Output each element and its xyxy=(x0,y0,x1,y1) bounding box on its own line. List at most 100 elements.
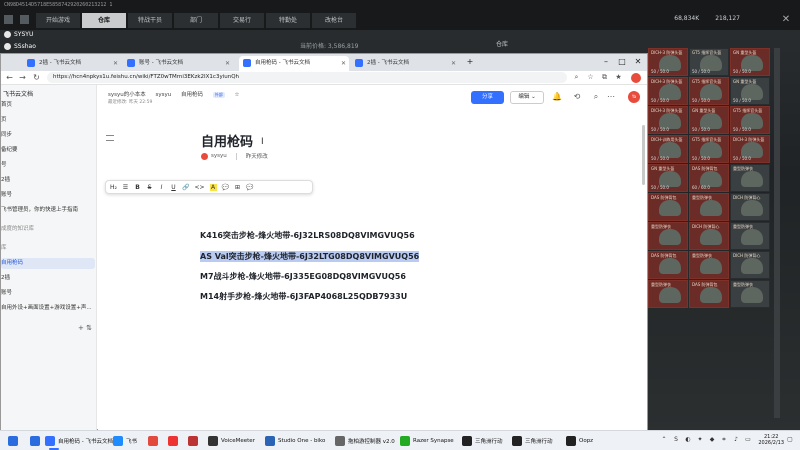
outline-icon[interactable] xyxy=(106,135,114,141)
minimize-icon[interactable]: – xyxy=(599,55,613,69)
new-tab-button[interactable]: + xyxy=(463,55,477,69)
edit-button[interactable]: 编辑 ⌄ xyxy=(510,91,544,104)
taskbar-app[interactable] xyxy=(168,434,181,448)
chevron-up-icon[interactable]: ⌃ xyxy=(660,436,668,444)
message-icon[interactable]: 💬 xyxy=(246,184,253,191)
inventory-item[interactable]: DICH-3 防弹头盔 50 / 50.0 xyxy=(648,48,688,76)
game-nav-item[interactable]: 改枪台 xyxy=(312,13,357,28)
search-icon[interactable]: ⌕ xyxy=(590,91,602,103)
sidebar-item[interactable]: 页 xyxy=(1,115,95,126)
bell-icon[interactable]: 🔔 xyxy=(551,91,563,103)
inventory-item[interactable]: DICH-3 防弹头盔 50 / 50.0 xyxy=(648,106,688,134)
inventory-item[interactable]: GN 重型头盔 50 / 50.0 xyxy=(689,106,729,134)
game-nav-item[interactable]: 仓库 xyxy=(82,13,127,28)
crumb-item[interactable]: sysyu xyxy=(155,92,171,98)
inventory-item[interactable]: DICH-训练用头盔 50 / 50.0 xyxy=(648,135,688,163)
inventory-item[interactable]: GN 重型头盔 50 / 50.0 xyxy=(730,48,770,76)
avatar[interactable] xyxy=(631,73,641,83)
more-icon[interactable]: ⋯ xyxy=(605,91,617,103)
sidebar-item[interactable]: 账号 xyxy=(1,288,95,299)
game-nav-item[interactable]: 部门 xyxy=(174,13,219,28)
close-icon[interactable]: ✕ xyxy=(225,56,230,71)
forward-icon[interactable]: → xyxy=(17,72,28,83)
highlight-button[interactable]: A xyxy=(209,183,217,191)
inventory-item[interactable]: DICH 防弹背心 xyxy=(689,222,729,250)
inventory-item[interactable]: 重型防弹衣 xyxy=(730,280,770,308)
inventory-item[interactable]: GT5 指挥官头盔 50 / 50.0 xyxy=(730,106,770,134)
italic-button[interactable]: I xyxy=(158,184,165,191)
inventory-item[interactable]: 重型防弹衣 xyxy=(689,193,729,221)
taskbar-app[interactable]: Oopz xyxy=(566,434,593,448)
comment-icon[interactable]: 💬 xyxy=(222,184,229,191)
taskbar-app[interactable]: Studio One - biko xyxy=(265,434,325,448)
tab-doc-2[interactable]: 账号 - 飞书云文档 ✕ xyxy=(123,56,233,71)
feishu-tray-icon[interactable]: ✦ xyxy=(696,436,704,444)
inventory-item[interactable]: DICH-3 防弹头盔 50 / 50.0 xyxy=(730,135,770,163)
add-icon[interactable]: + xyxy=(78,324,84,332)
taskbar-app[interactable]: 三角洲行动 xyxy=(462,434,503,448)
star-icon[interactable]: ☆ xyxy=(234,92,239,98)
sidebar-item[interactable]: 账号 xyxy=(1,190,95,201)
inventory-item[interactable]: DICH-3 防弹头盔 50 / 50.0 xyxy=(648,77,688,105)
favorites-icon[interactable]: ★ xyxy=(613,72,624,83)
game-menu-icon[interactable] xyxy=(4,15,13,24)
speaker-icon[interactable]: ♪ xyxy=(732,436,740,444)
sidebar-item[interactable]: 同步 xyxy=(1,130,95,141)
taskbar-app[interactable] xyxy=(148,434,161,448)
game-scrollbar[interactable] xyxy=(774,48,780,418)
sidebar-item[interactable]: 2插 xyxy=(1,175,95,186)
link-icon[interactable]: 🔗 xyxy=(182,184,189,191)
inventory-item[interactable]: 重型防弹衣 xyxy=(689,251,729,279)
sidebar-item[interactable]: 号 xyxy=(1,160,95,171)
sidebar-item[interactable]: 自用外设+画面设置+游戏设置+声... xyxy=(1,303,95,314)
game-nav-item[interactable]: 交易行 xyxy=(220,13,265,28)
table-icon[interactable]: ⊞ xyxy=(234,184,241,191)
sort-icon[interactable]: ⇅ xyxy=(86,324,92,332)
inventory-item[interactable]: DAS 防弹背包 xyxy=(689,280,729,308)
sidebar-item[interactable]: 备纪要 xyxy=(1,145,95,156)
crumb-item[interactable]: sysyu的小本本 xyxy=(108,92,146,98)
tab-doc-1[interactable]: 2插 - 飞书云文档 ✕ xyxy=(23,56,121,71)
inventory-item[interactable]: 重型防弹衣 xyxy=(730,164,770,192)
share-button[interactable]: 分享 xyxy=(471,91,504,104)
tab-doc-3[interactable]: 自用枪码 - 飞书云文档 ✕ xyxy=(239,56,349,71)
inventory-item[interactable]: GT5 指挥官头盔 50 / 50.0 xyxy=(689,135,729,163)
doc-line[interactable]: K416突击步枪-烽火地带-6J32LRS08DQ8VIMGVUQ56 xyxy=(200,230,415,241)
avatar[interactable]: Ya xyxy=(628,91,640,103)
maximize-icon[interactable]: □ xyxy=(615,55,629,69)
inventory-item[interactable]: DAS 防弹背包 60 / 60.0 xyxy=(689,164,729,192)
inventory-item[interactable]: DAS 防弹背包 xyxy=(648,251,688,279)
heading-button[interactable]: H₂ xyxy=(110,184,117,191)
taskbar-app[interactable]: Razer Synapse xyxy=(400,434,454,448)
inventory-item[interactable]: GT5 指挥官头盔 50 / 50.0 xyxy=(689,77,729,105)
game-tray-icon[interactable]: ◐ xyxy=(684,436,692,444)
taskbar-app[interactable]: 三角洲行动 xyxy=(512,434,553,448)
close-icon[interactable]: ✕ xyxy=(451,56,456,71)
page-title[interactable]: 自用枪码 xyxy=(201,131,253,150)
inventory-item[interactable]: DAS 防弹背包 xyxy=(648,193,688,221)
code-icon[interactable]: <> xyxy=(194,184,204,191)
network-icon[interactable]: ⌗ xyxy=(720,436,728,444)
close-icon[interactable]: ✕ xyxy=(113,56,118,71)
inventory-item[interactable]: 重型防弹衣 xyxy=(648,280,688,308)
align-button[interactable]: ☰ xyxy=(122,184,129,191)
sidebar-item[interactable]: 自用枪码 xyxy=(1,258,95,269)
bold-button[interactable]: B xyxy=(134,184,141,191)
doc-scrollbar[interactable] xyxy=(642,125,645,185)
sidebar-item[interactable]: 成度的知识库 xyxy=(1,224,95,235)
taskbar-app[interactable] xyxy=(188,434,201,448)
inventory-item[interactable]: 重型防弹衣 xyxy=(648,222,688,250)
author-name[interactable]: sysyu xyxy=(211,153,227,159)
start-button[interactable] xyxy=(8,434,18,448)
input-icon[interactable]: S xyxy=(672,436,680,444)
inventory-item[interactable]: GN 重型头盔 50 / 50.0 xyxy=(648,164,688,192)
reload-icon[interactable]: ↻ xyxy=(31,72,42,83)
zoom-icon[interactable]: ⌕ xyxy=(571,72,582,83)
close-icon[interactable]: ✕ xyxy=(778,12,794,28)
game-left-icon[interactable] xyxy=(20,15,29,24)
sidebar-item[interactable]: 首页 xyxy=(1,100,95,111)
crumb-item[interactable]: 自用枪码 xyxy=(181,92,203,98)
strikethrough-button[interactable]: S xyxy=(146,184,153,191)
inventory-item[interactable]: DICH 防弹背心 xyxy=(730,193,770,221)
game-nav-item[interactable]: 特勤处 xyxy=(266,13,311,28)
